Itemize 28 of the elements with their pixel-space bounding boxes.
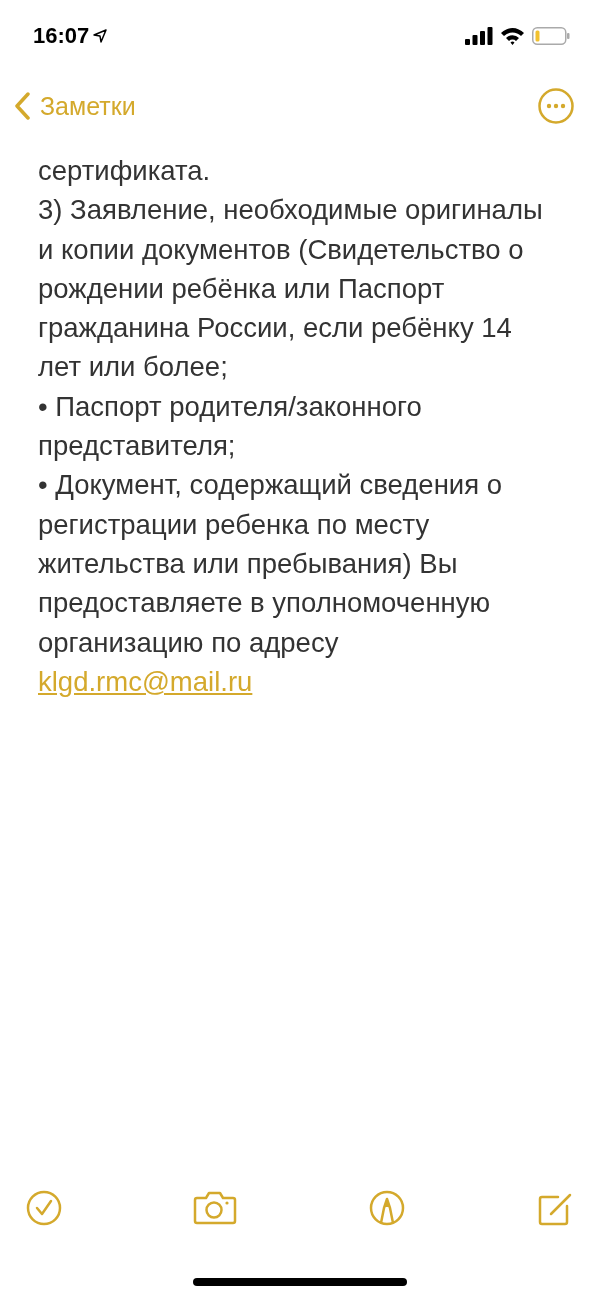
- back-button[interactable]: Заметки: [14, 91, 136, 121]
- camera-icon: [193, 1190, 238, 1226]
- note-text-line: предоставляете в уполномоченную: [38, 586, 491, 621]
- note-text-line: • Документ, содержащий сведения о: [38, 468, 502, 503]
- status-time: 16:07: [33, 23, 90, 49]
- more-icon: [538, 88, 574, 124]
- location-arrow-icon: [93, 29, 108, 43]
- chevron-left-icon: [14, 92, 30, 120]
- note-text-line: 3) Заявление, необходимые оригиналы: [38, 193, 543, 228]
- note-text-line: сертификата.: [38, 154, 211, 188]
- note-text-line: жительства или пребывания) Вы: [38, 546, 458, 581]
- note-text-line: • Паспорт родителя/законного: [38, 389, 422, 424]
- checklist-button[interactable]: [26, 1190, 62, 1228]
- markup-button[interactable]: [368, 1190, 405, 1228]
- note-text-line: представителя;: [38, 429, 236, 464]
- checkmark-circle-icon: [26, 1190, 62, 1226]
- wifi-icon: [500, 27, 525, 45]
- note-text-line: рождении ребёнка или Паспорт: [38, 271, 445, 306]
- note-text-line: организацию по адресу: [38, 625, 339, 660]
- more-options-button[interactable]: [538, 88, 574, 124]
- battery-icon: [532, 27, 570, 45]
- email-link[interactable]: klgd.rmc@mail.ru: [38, 661, 253, 702]
- signal-icon: [465, 27, 493, 45]
- pen-tip-circle-icon: [368, 1190, 405, 1226]
- note-text-line: лет или более;: [38, 350, 228, 385]
- note-text-line: гражданина России, если ребёнку 14: [38, 311, 512, 346]
- note-text-line: регистрации ребенка по месту: [38, 507, 430, 542]
- note-text-line: и копии документов (Свидетельство о: [38, 232, 524, 267]
